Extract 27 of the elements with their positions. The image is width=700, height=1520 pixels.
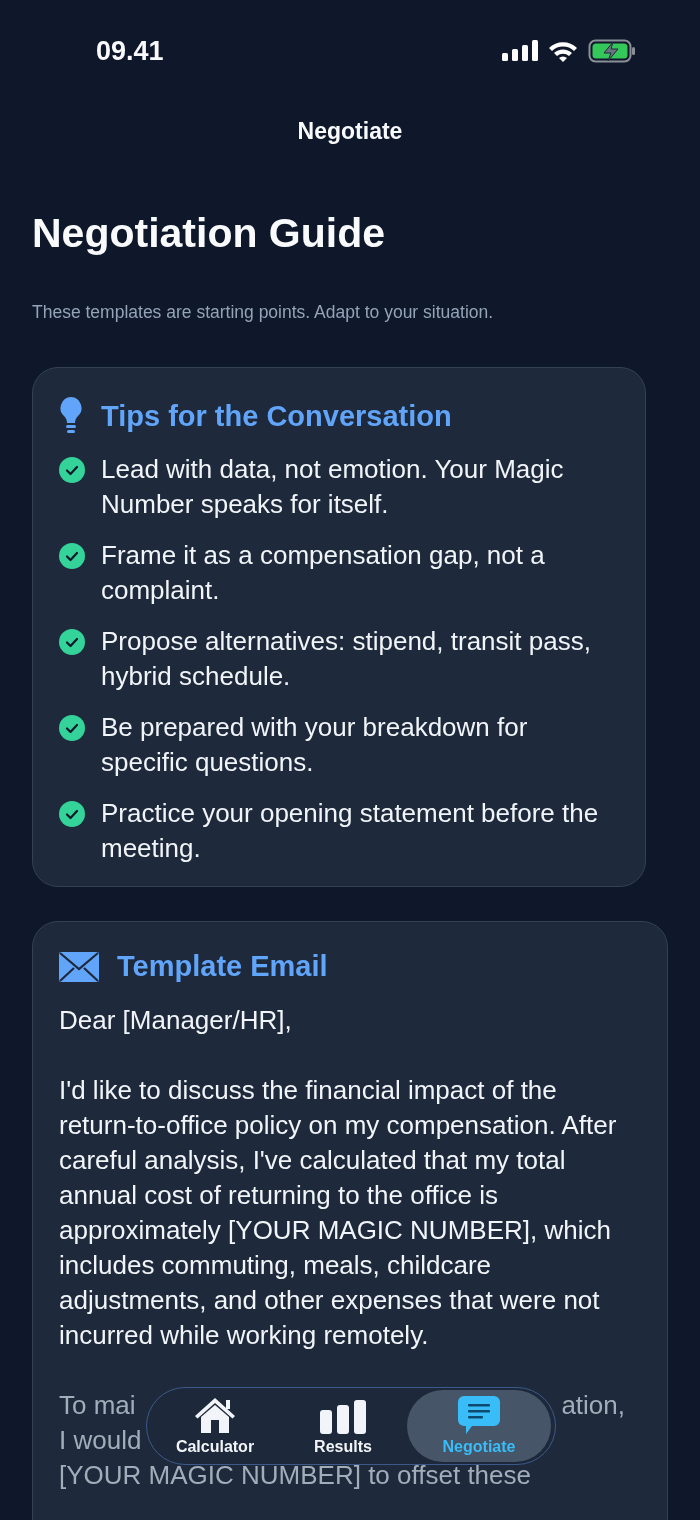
email-text-fragment: To mai bbox=[59, 1389, 136, 1423]
wifi-icon bbox=[548, 40, 578, 62]
card-title: Template Email bbox=[117, 950, 328, 984]
tab-button[interactable]: Negotiate bbox=[407, 1390, 551, 1462]
nav-title: Negotiate bbox=[296, 118, 404, 145]
envelope-icon bbox=[59, 951, 99, 982]
email-paragraph: I'd like to discuss the financial impact of the return-to-office policy on my compensation. After careful analysis, I've calculated that my total annual cost of returning to the office is approximately [YOUR MAGIC NUMBER], which includes commuting, meals, childcare adjustments, and other expenses that were not incurred while working remotely. bbox=[59, 1074, 618, 1353]
email-text-fragment: [YOUR MAGIC NUMBER] to offset these bbox=[59, 1459, 531, 1493]
tab-button[interactable]: Results bbox=[279, 1390, 407, 1462]
chat-bubble-icon bbox=[458, 1396, 500, 1434]
tip-text: Frame it as a compensation gap, not a complaint. bbox=[101, 539, 546, 608]
tip-text: Lead with data, not emotion. Your Magic Number speaks for itself. bbox=[101, 453, 565, 522]
battery-icon bbox=[588, 39, 636, 63]
tip-text: Practice your opening statement before the meeting. bbox=[101, 797, 600, 866]
signal-icon bbox=[502, 40, 538, 62]
tab-button[interactable]: Calculator bbox=[151, 1390, 279, 1462]
house-icon bbox=[193, 1396, 237, 1434]
bar-chart-icon bbox=[320, 1400, 366, 1434]
card-title: Tips for the Conversation bbox=[101, 399, 452, 433]
page-subtitle: These templates are starting points. Adapt to your situation. bbox=[32, 302, 495, 324]
tip-text: Propose alternatives: stipend, transit pass, hybrid schedule. bbox=[101, 625, 592, 694]
status-time: 09.41 bbox=[96, 35, 164, 67]
email-paragraph: Dear [Manager/HR], bbox=[59, 1004, 293, 1038]
tip-text: Be prepared with your breakdown for specific questions. bbox=[101, 711, 529, 780]
page-heading: Negotiation Guide bbox=[32, 209, 387, 258]
email-text-fragment: I would bbox=[59, 1424, 142, 1458]
email-text-fragment: ation, bbox=[561, 1389, 625, 1423]
